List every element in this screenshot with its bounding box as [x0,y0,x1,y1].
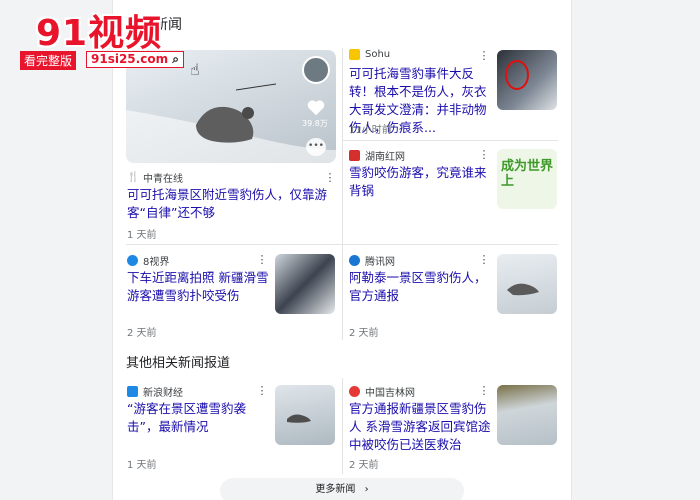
source-name: Sohu [365,49,391,60]
article-time: 2 天前 [349,460,379,471]
article-source: 湖南红网 [349,148,405,163]
source-logo-icon [349,150,360,161]
source-logo-icon: 🍴 [127,172,140,183]
avatar[interactable] [302,56,330,84]
article-thumbnail[interactable] [275,254,335,314]
comment-icon[interactable]: ••• [306,138,326,156]
article-thumbnail[interactable]: 成为世界上 [497,149,557,209]
article-headline[interactable]: 阿勒泰一景区雪豹伤人，官方通报 [349,269,491,305]
source-name: 中青在线 [143,174,183,185]
row-divider [126,244,558,245]
more-vert-icon[interactable]: ⋮ [478,148,490,162]
highlight-circle [505,60,529,90]
article-thumbnail[interactable] [275,385,335,445]
more-news-button[interactable]: 更多新闻 › [220,478,464,500]
search-icon: ⌕ [172,52,179,66]
article-time: 11小时前 [349,125,392,136]
article-source: Sohu [349,49,390,60]
more-vert-icon[interactable]: ⋮ [478,253,490,267]
featured-time: 1 天前 [127,230,157,241]
more-vert-icon[interactable]: ⋮ [478,384,490,398]
article-headline[interactable]: 官方通报新疆景区雪豹伤人 系滑雪游客返回宾馆途中被咬伤已送医救治 [349,400,491,454]
article-headline[interactable]: 下车近距离拍照 新疆滑雪游客遭雪豹扑咬受伤 [127,269,269,305]
featured-headline[interactable]: 可可托海景区附近雪豹伤人，仅靠游客“自律”还不够 [127,186,337,222]
source-name: 腾讯网 [365,257,395,268]
heart-icon[interactable] [307,100,325,116]
source-name: 湖南红网 [365,152,405,163]
more-vert-icon[interactable]: ⋮ [256,253,268,267]
watermark-badge: 看完整版 [20,51,77,70]
chevron-right-icon: › [364,484,369,495]
watermark-url-text: 91si25.com [91,52,169,66]
column-divider [342,48,343,340]
source-name: 中国吉林网 [365,388,415,399]
article-thumbnail[interactable] [497,254,557,314]
other-section-title: 其他相关新闻报道 [126,356,231,371]
article-source: 8视界 [127,253,169,268]
leopard-thumbnail-art [287,414,311,423]
more-news-label: 更多新闻 [315,484,356,495]
source-name: 新浪财经 [143,388,183,399]
article-time: 2 天前 [127,328,157,339]
more-vert-icon[interactable]: ⋮ [478,49,490,63]
more-vert-icon[interactable]: ⋮ [256,384,268,398]
article-headline[interactable]: “游客在景区遭雪豹袭击”，最新情况 [127,400,269,436]
source-name: 8视界 [143,257,170,268]
sohu-logo-icon [349,49,360,60]
article-time: 1 天前 [127,460,157,471]
hand-pointer-icon: ☝ [190,60,200,79]
watermark-overlay: 91视频 看完整版 91si25.com ⌕ ☝ [0,0,230,80]
sina-logo-icon [127,386,138,397]
source-logo-icon [127,255,138,266]
article-time: 2 天前 [349,328,379,339]
column-divider [342,378,343,474]
thumbnail-text: 成为世界上 [501,159,554,189]
leopard-thumbnail-art [507,283,539,296]
article-source: 新浪财经 [127,384,183,399]
row-divider [343,140,558,141]
article-source: 中国吉林网 [349,384,415,399]
watermark-url: 91si25.com ⌕ [86,51,184,68]
article-thumbnail[interactable] [497,50,557,110]
more-vert-icon[interactable]: ⋮ [324,171,336,185]
like-count: 39.8万 [302,119,328,128]
featured-source: 🍴 中青在线 [127,170,183,185]
article-thumbnail[interactable] [497,385,557,445]
article-headline[interactable]: 雪豹咬伤游客，究竟谁来背锅 [349,164,489,200]
source-logo-icon [349,386,360,397]
watermark-logo: 91视频 [36,13,163,54]
tencent-logo-icon [349,255,360,266]
article-source: 腾讯网 [349,253,395,268]
